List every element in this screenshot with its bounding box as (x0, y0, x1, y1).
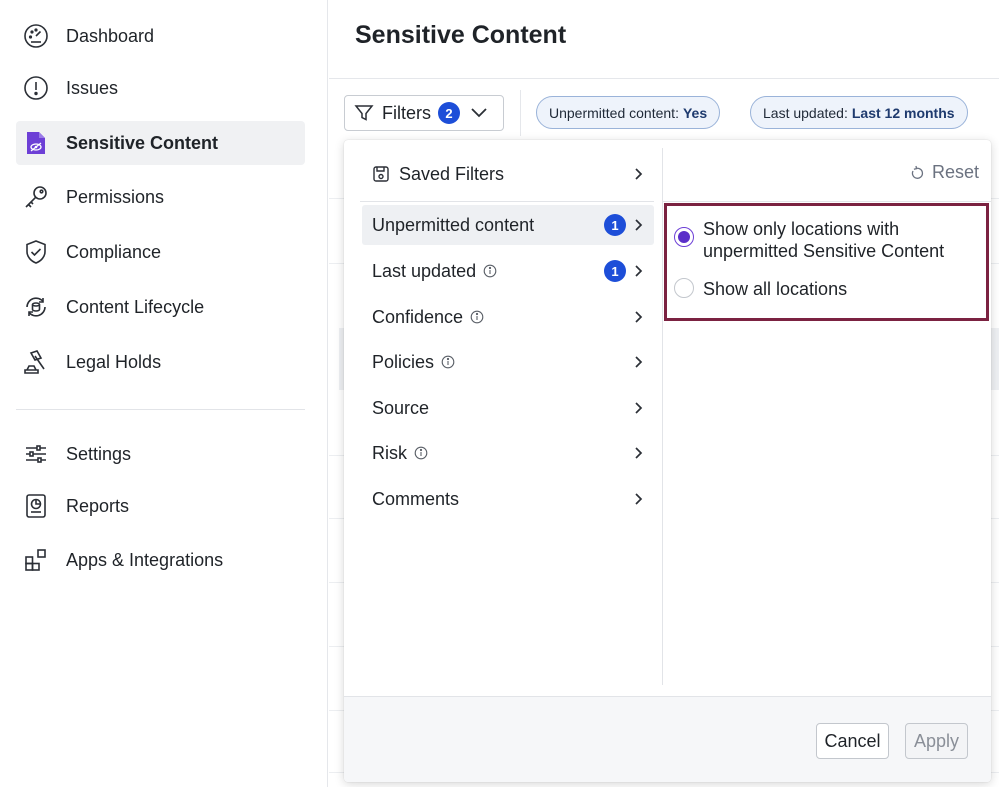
reset-refresh-icon (910, 165, 924, 181)
menu-item-comments[interactable]: Comments (362, 479, 654, 519)
filter-category-list: Saved Filters Unpermitted content 1 Last… (344, 140, 662, 685)
sidebar-item-label: Settings (66, 443, 132, 464)
sidebar-item-compliance[interactable]: Compliance (16, 230, 305, 274)
menu-item-label: Risk (372, 442, 407, 463)
menu-item-risk[interactable]: Risk (362, 433, 654, 473)
sidebar-item-legal-holds[interactable]: Legal Holds (16, 340, 305, 384)
save-floppy-icon (372, 165, 390, 183)
chevron-down-icon (470, 107, 488, 119)
radio-option-unpermitted-only[interactable]: Show only locations with unpermitted Sen… (674, 218, 968, 262)
sidebar-item-sensitive-content[interactable]: Sensitive Content (16, 121, 305, 165)
header-divider (329, 78, 999, 79)
panel-footer: Cancel Apply (344, 696, 991, 782)
chip-value: Yes (682, 104, 708, 121)
panel-column-divider (662, 148, 663, 685)
chevron-right-icon (634, 433, 644, 473)
menu-count-badge: 1 (604, 260, 626, 282)
sidebar-item-label: Reports (66, 495, 130, 516)
radio-option-label: Show only locations with unpermitted Sen… (703, 219, 945, 261)
radio-button-selected[interactable] (674, 227, 694, 247)
menu-item-label: Confidence (372, 306, 464, 327)
sensitive-file-icon (22, 129, 50, 157)
shield-check-icon (22, 238, 50, 266)
toolbar-separator (520, 90, 521, 136)
filters-label: Filters (382, 102, 431, 123)
page-title: Sensitive Content (355, 21, 567, 49)
menu-item-label: Unpermitted content (372, 214, 535, 235)
menu-item-trailing: 1 (604, 251, 644, 291)
menu-item-label: Policies (372, 351, 435, 372)
menu-item-label: Saved Filters (399, 163, 505, 184)
sidebar-item-settings[interactable]: Settings (16, 432, 305, 476)
sidebar-item-apps-integrations[interactable]: Apps & Integrations (16, 538, 305, 582)
sidebar-item-label: Compliance (66, 241, 162, 262)
chevron-right-icon (634, 154, 644, 194)
menu-separator (360, 201, 654, 202)
sidebar: Dashboard Issues Sensitive Content Permi… (0, 0, 328, 787)
chevron-right-icon (634, 342, 644, 382)
reset-button[interactable]: Reset (910, 162, 979, 183)
filters-dropdown-panel: Saved Filters Unpermitted content 1 Last… (344, 140, 991, 782)
menu-item-trailing: 1 (604, 205, 644, 245)
filter-chip-unpermitted[interactable]: Unpermitted content: Yes (536, 96, 721, 129)
sidebar-item-label: Legal Holds (66, 351, 162, 372)
chevron-right-icon (634, 218, 644, 232)
chip-key: Unpermitted content: (549, 104, 679, 121)
menu-count-badge: 1 (604, 214, 626, 236)
radio-option-label: Show all locations (703, 279, 848, 299)
apply-button[interactable]: Apply (905, 723, 968, 759)
sidebar-item-label: Permissions (66, 186, 165, 207)
chip-value: Last 12 months (851, 104, 955, 121)
sidebar-item-label: Content Lifecycle (66, 296, 205, 317)
radio-option-all-locations[interactable]: Show all locations (674, 278, 968, 300)
sliders-icon (22, 440, 50, 468)
menu-item-source[interactable]: Source (362, 388, 654, 428)
menu-item-unpermitted-content[interactable]: Unpermitted content 1 (362, 205, 654, 245)
sidebar-item-permissions[interactable]: Permissions (16, 175, 305, 219)
sidebar-item-label: Issues (66, 77, 119, 98)
sidebar-item-label: Apps & Integrations (66, 549, 224, 570)
radio-button[interactable] (674, 278, 694, 298)
gavel-icon (22, 348, 50, 376)
sidebar-item-reports[interactable]: Reports (16, 484, 305, 528)
filter-chip-last-updated[interactable]: Last updated: Last 12 months (750, 96, 968, 129)
chip-key: Last updated: (763, 104, 848, 121)
report-icon (22, 492, 50, 520)
info-icon[interactable] (483, 264, 497, 278)
info-icon[interactable] (470, 310, 484, 324)
key-icon (22, 183, 50, 211)
menu-item-confidence[interactable]: Confidence (362, 297, 654, 337)
cancel-button[interactable]: Cancel (816, 723, 889, 759)
menu-item-saved-filters[interactable]: Saved Filters (362, 154, 654, 194)
sidebar-item-dashboard[interactable]: Dashboard (16, 14, 305, 58)
sidebar-item-label: Sensitive Content (66, 132, 219, 153)
options-header-divider (663, 201, 991, 202)
lifecycle-icon (22, 293, 50, 321)
sidebar-item-label: Dashboard (66, 25, 155, 46)
menu-item-label: Comments (372, 488, 460, 509)
menu-item-policies[interactable]: Policies (362, 342, 654, 382)
info-icon[interactable] (441, 355, 455, 369)
chevron-right-icon (634, 388, 644, 428)
menu-item-label: Source (372, 397, 430, 418)
alert-circle-icon (22, 74, 50, 102)
chevron-right-icon (634, 479, 644, 519)
apps-grid-icon (22, 546, 50, 574)
sidebar-item-content-lifecycle[interactable]: Content Lifecycle (16, 285, 305, 329)
reset-label: Reset (931, 162, 979, 182)
sidebar-divider (16, 409, 305, 410)
info-icon[interactable] (414, 446, 428, 460)
menu-item-last-updated[interactable]: Last updated 1 (362, 251, 654, 291)
sidebar-item-issues[interactable]: Issues (16, 66, 305, 110)
menu-item-label: Last updated (372, 260, 477, 281)
filters-button[interactable]: Filters 2 (344, 95, 504, 131)
filter-funnel-icon (354, 103, 374, 123)
chevron-right-icon (634, 297, 644, 337)
filters-count-badge: 2 (438, 102, 460, 124)
dashboard-gauge-icon (22, 22, 50, 50)
chevron-right-icon (634, 264, 644, 278)
